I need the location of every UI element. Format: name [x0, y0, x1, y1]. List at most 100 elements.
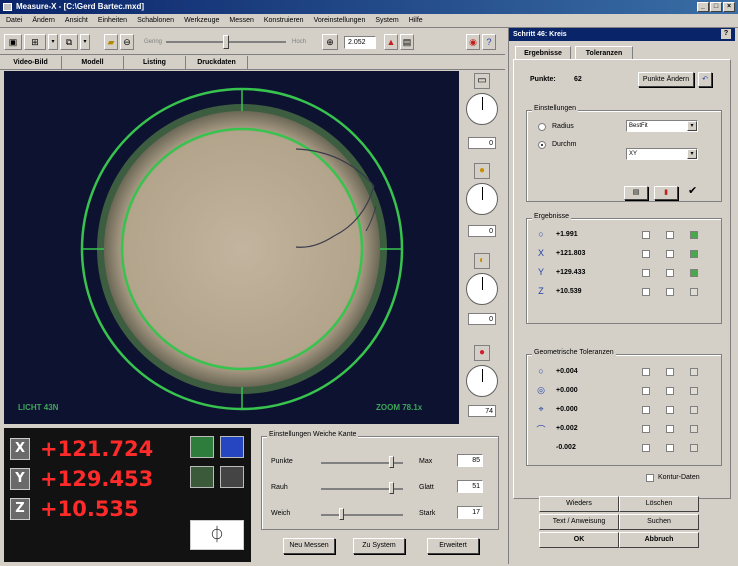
- side-value-3[interactable]: 0: [468, 313, 496, 325]
- tab-listing[interactable]: Listing: [124, 56, 186, 69]
- chevron-down-icon[interactable]: ▾: [48, 34, 58, 50]
- cancel-button[interactable]: Abbruch: [619, 532, 699, 548]
- menu-ansicht[interactable]: Ansicht: [65, 14, 88, 27]
- radius-radio[interactable]: [538, 123, 546, 131]
- tol-check-1a[interactable]: [642, 368, 650, 376]
- punkte-slider-thumb[interactable]: [389, 456, 394, 468]
- side-value-4[interactable]: 74: [468, 405, 496, 417]
- zero-icon[interactable]: [190, 436, 214, 458]
- contour-data-checkbox[interactable]: [646, 474, 654, 482]
- tol-check-3a[interactable]: [642, 406, 650, 414]
- minimize-button[interactable]: _: [697, 2, 709, 12]
- target-icon[interactable]: ◉: [466, 34, 480, 50]
- menu-konstruieren[interactable]: Konstruieren: [264, 14, 304, 27]
- menu-aendern[interactable]: Ändern: [32, 14, 55, 27]
- undo-icon[interactable]: ↶: [698, 72, 712, 87]
- erweitert-button[interactable]: Erweitert: [427, 538, 479, 554]
- tol-check-4a[interactable]: [642, 425, 650, 433]
- zoom-value-field[interactable]: 2.052: [344, 36, 376, 49]
- tol-check-2b[interactable]: [666, 387, 674, 395]
- zoom-in-icon[interactable]: ⊕: [322, 34, 338, 50]
- chevron-down-icon[interactable]: ▾: [80, 34, 90, 50]
- menu-schablonen[interactable]: Schablonen: [137, 14, 174, 27]
- result-check-3a[interactable]: [642, 269, 650, 277]
- diameter-radio[interactable]: [538, 141, 546, 149]
- camera-icon[interactable]: ▣: [4, 34, 22, 50]
- result-check-1a[interactable]: [642, 231, 650, 239]
- menu-datei[interactable]: Datei: [6, 14, 22, 27]
- power-icon[interactable]: ⏀: [190, 520, 244, 550]
- result-check-4a[interactable]: [642, 288, 650, 296]
- result-check-2b[interactable]: [666, 250, 674, 258]
- dial-2[interactable]: [466, 183, 498, 215]
- result-check-1b[interactable]: [666, 231, 674, 239]
- bulb-icon[interactable]: ●: [474, 163, 490, 179]
- measure-icon[interactable]: ▲: [384, 34, 398, 50]
- change-points-button[interactable]: Punkte Ändern: [638, 72, 694, 87]
- side-value-1[interactable]: 0: [468, 137, 496, 149]
- dial-3[interactable]: [466, 273, 498, 305]
- slash-icon[interactable]: [190, 466, 214, 488]
- folder-icon[interactable]: ▰: [104, 34, 118, 50]
- delete-button[interactable]: Löschen: [619, 496, 699, 512]
- search-button[interactable]: Suchen: [619, 514, 699, 530]
- weich-label: Weich: [271, 510, 291, 517]
- print-icon[interactable]: ▤: [624, 186, 648, 200]
- ok-button[interactable]: OK: [539, 532, 619, 548]
- menu-voreinstellungen[interactable]: Voreinstellungen: [314, 14, 366, 27]
- chevron-down-icon[interactable]: ▾: [687, 149, 697, 159]
- rauh-value[interactable]: 51: [457, 480, 483, 493]
- punkte-value[interactable]: 85: [457, 454, 483, 467]
- weich-slider[interactable]: [321, 514, 403, 516]
- camera-view[interactable]: LICHT 43N ZOOM 78.1x: [4, 71, 459, 424]
- chevron-down-icon[interactable]: ▾: [687, 121, 697, 131]
- zoom-out-icon[interactable]: ⊖: [120, 34, 134, 50]
- light-slider-thumb[interactable]: [223, 35, 229, 49]
- close-button[interactable]: ×: [723, 2, 735, 12]
- weich-value[interactable]: 17: [457, 506, 483, 519]
- tol-check-4b[interactable]: [666, 425, 674, 433]
- tab-ergebnisse[interactable]: Ergebnisse: [515, 46, 571, 60]
- tools-icon[interactable]: ⊞: [24, 34, 46, 50]
- tol-check-1b[interactable]: [666, 368, 674, 376]
- export-icon[interactable]: ▮: [654, 186, 678, 200]
- menu-hilfe[interactable]: Hilfe: [409, 14, 423, 27]
- result-check-4b[interactable]: [666, 288, 674, 296]
- weich-slider-thumb[interactable]: [339, 508, 344, 520]
- menu-messen[interactable]: Messen: [229, 14, 254, 27]
- zu-system-button[interactable]: Zu System: [353, 538, 405, 554]
- help-icon[interactable]: ?: [482, 34, 496, 50]
- tol-check-5a[interactable]: [642, 444, 650, 452]
- result-check-2a[interactable]: [642, 250, 650, 258]
- panel-icon[interactable]: ▭: [474, 73, 490, 89]
- print-icon[interactable]: ▤: [400, 34, 414, 50]
- side-value-2[interactable]: 0: [468, 225, 496, 237]
- tol-check-2a[interactable]: [642, 387, 650, 395]
- cross-icon[interactable]: [220, 466, 244, 488]
- pin-icon[interactable]: ●: [474, 345, 490, 361]
- menu-werkzeuge[interactable]: Werkzeuge: [184, 14, 219, 27]
- dial-4[interactable]: [466, 365, 498, 397]
- tab-druckdaten[interactable]: Druckdaten: [186, 56, 248, 69]
- fit-method-select[interactable]: BestFit ▾: [626, 120, 698, 132]
- dial-1[interactable]: [466, 93, 498, 125]
- layers-icon[interactable]: ⧉: [60, 34, 78, 50]
- tol-check-3b[interactable]: [666, 406, 674, 414]
- plane-select[interactable]: XY ▾: [626, 148, 698, 160]
- help-button[interactable]: ?: [721, 29, 731, 39]
- neu-messen-button[interactable]: Neu Messen: [283, 538, 335, 554]
- tab-toleranzen[interactable]: Toleranzen: [575, 46, 633, 60]
- align-icon[interactable]: [220, 436, 244, 458]
- tol-check-5b[interactable]: [666, 444, 674, 452]
- tab-modell[interactable]: Modell: [62, 56, 124, 69]
- menu-einheiten[interactable]: Einheiten: [98, 14, 127, 27]
- menu-system[interactable]: System: [375, 14, 398, 27]
- rauh-slider-thumb[interactable]: [389, 482, 394, 494]
- tab-video-bild[interactable]: Video-Bild: [0, 56, 62, 69]
- text-instruction-button[interactable]: Text / Anweisung: [539, 514, 619, 530]
- maximize-button[interactable]: □: [710, 2, 722, 12]
- repeat-button[interactable]: Wieders: [539, 496, 619, 512]
- check-icon[interactable]: ✔: [688, 184, 697, 197]
- ring-light-icon[interactable]: ◐: [474, 253, 490, 269]
- result-check-3b[interactable]: [666, 269, 674, 277]
